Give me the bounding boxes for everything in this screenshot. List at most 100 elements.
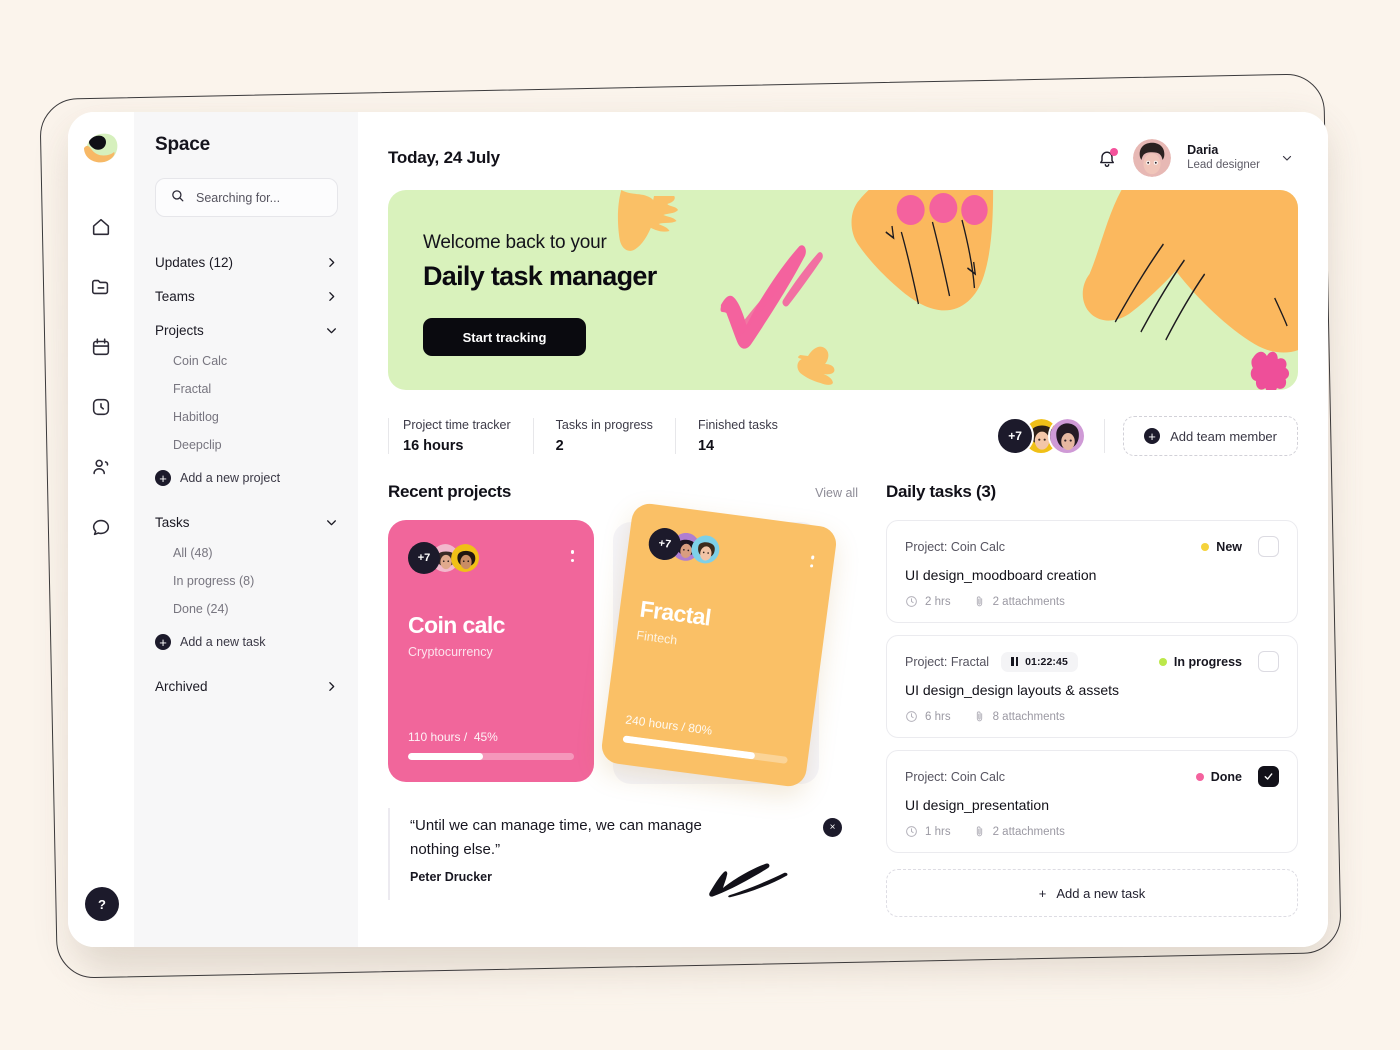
task-title: UI design_design layouts & assets	[905, 682, 1120, 698]
task-project: Project: Coin Calc	[905, 539, 1006, 554]
task-project: Project: Fractal	[905, 654, 990, 669]
project-card-coin-calc[interactable]: +7 Coin calc Cryptocurrency 110 hours / …	[388, 520, 594, 782]
paperclip-icon	[976, 826, 982, 837]
stat-value: 14	[697, 438, 715, 454]
task-title: UI design_moodboard creation	[905, 567, 1097, 583]
add-task-label: Add a new task	[180, 635, 266, 649]
paperclip-icon	[976, 711, 982, 722]
sidebar-project-coin-calc[interactable]: Coin Calc	[173, 347, 338, 375]
status-dot	[1195, 772, 1204, 781]
task-meta: 2 hrs 2 attachments	[905, 595, 1279, 608]
rail-icon-list	[90, 216, 112, 538]
stat-tasks-in-progress: Tasks in progress 2	[532, 418, 675, 454]
stat-label: Project time tracker	[403, 418, 511, 432]
task-header: Project: Fractal 01:22:45 In progress	[905, 651, 1279, 672]
search-placeholder: Searching for...	[196, 190, 281, 205]
task-checkbox[interactable]	[1258, 766, 1279, 787]
add-new-task-label: Add a new task	[1056, 885, 1146, 901]
sidebar-item-tasks[interactable]: Tasks	[155, 505, 338, 539]
paperclip-icon	[976, 596, 982, 607]
team-controls: +7 + Add team member	[996, 416, 1298, 456]
folder-minus-icon[interactable]	[90, 276, 112, 298]
hours-text: 110 hours /	[408, 730, 468, 744]
view-all-link[interactable]: View all	[815, 486, 858, 500]
user-name: Daria	[1187, 142, 1219, 157]
plus-icon: +	[155, 634, 171, 650]
task-attachments: 8 attachments	[973, 710, 1065, 723]
task-hours: 1 hrs	[905, 825, 951, 838]
sidebar-item-archived[interactable]: Archived	[155, 669, 338, 703]
sidebar-item-label: Updates (12)	[155, 254, 234, 270]
avatar[interactable]	[1133, 139, 1172, 177]
home-icon[interactable]	[90, 216, 112, 238]
top-bar: Today, 24 July Daria Lead designer	[388, 136, 1298, 180]
stat-project-time-tracker: Project time tracker 16 hours	[388, 418, 533, 454]
avatar	[450, 543, 480, 573]
team-avatar-stack[interactable]: +7	[996, 417, 1087, 455]
project-list: Coin Calc Fractal Habitlog Deepclip	[155, 347, 338, 459]
card-menu-button[interactable]	[570, 542, 574, 562]
chevron-right-icon	[325, 290, 338, 303]
task-timer[interactable]: 01:22:45	[1001, 651, 1078, 672]
add-project-button[interactable]: + Add a new project	[155, 463, 338, 493]
task-row[interactable]: Project: Coin Calc New UI design_moodboa…	[886, 520, 1298, 623]
add-team-member-button[interactable]: + Add team member	[1123, 416, 1298, 456]
project-card-fractal[interactable]: +7 Fractal Fintech 240 hours / 80%	[599, 501, 839, 789]
task-checkbox[interactable]	[1258, 536, 1279, 557]
close-icon[interactable]: ×	[823, 818, 842, 837]
task-row[interactable]: Project: Fractal 01:22:45 In progress UI…	[886, 635, 1298, 738]
status-badge: In progress	[1173, 654, 1242, 669]
bell-icon[interactable]	[1097, 148, 1119, 168]
card-menu-button[interactable]	[809, 547, 815, 568]
divider	[1104, 419, 1106, 453]
sidebar-tasks-in-progress[interactable]: In progress (8)	[173, 567, 338, 595]
banner-title: Daily task manager	[423, 261, 657, 291]
page-title: Today, 24 July	[388, 148, 500, 167]
section-title: Recent projects	[388, 482, 512, 501]
task-meta: 1 hrs 2 attachments	[905, 825, 1279, 838]
task-title: UI design_presentation	[905, 797, 1049, 813]
top-bar-right: Daria Lead designer	[1097, 139, 1298, 177]
task-filter-list: All (48) In progress (8) Done (24)	[155, 539, 338, 623]
task-hours: 2 hrs	[905, 595, 951, 608]
user-role: Lead designer	[1187, 159, 1260, 172]
hours-text: 6 hrs	[925, 710, 951, 723]
task-list: Project: Coin Calc New UI design_moodboa…	[886, 520, 1298, 853]
start-tracking-button[interactable]: Start tracking	[423, 318, 586, 356]
main-content: Today, 24 July Daria Lead designer Welco…	[358, 112, 1328, 947]
app-window: ? Space Searching for... Updates (12) Te…	[68, 112, 1328, 947]
plus-icon: +	[155, 470, 171, 486]
clock-icon[interactable]	[90, 396, 112, 418]
welcome-banner: Welcome back to your Daily task manager …	[388, 190, 1298, 390]
sidebar-tasks-all[interactable]: All (48)	[173, 539, 338, 567]
hours-text: 2 hrs	[925, 595, 951, 608]
task-row[interactable]: Project: Coin Calc Done UI design_presen…	[886, 750, 1298, 853]
project-card-name: Coin calc	[408, 612, 505, 638]
search-input[interactable]: Searching for...	[155, 178, 338, 217]
calendar-icon[interactable]	[90, 336, 112, 358]
chevron-down-icon[interactable]	[1276, 147, 1298, 169]
sidebar-item-teams[interactable]: Teams	[155, 279, 338, 313]
signature-doodle	[709, 863, 788, 898]
help-button[interactable]: ?	[85, 887, 119, 921]
chat-icon[interactable]	[90, 516, 112, 538]
task-checkbox[interactable]	[1258, 651, 1279, 672]
add-task-sidebar-button[interactable]: + Add a new task	[155, 627, 338, 657]
sidebar-project-deepclip[interactable]: Deepclip	[173, 431, 338, 459]
users-icon[interactable]	[90, 456, 112, 478]
card-footer: 110 hours / 45%	[408, 730, 574, 760]
card-footer: 240 hours / 80%	[622, 712, 790, 764]
sidebar-project-habitlog[interactable]: Habitlog	[173, 403, 338, 431]
status-dot	[1201, 542, 1210, 551]
add-new-task-button[interactable]: + Add a new task	[886, 869, 1298, 917]
sidebar-item-updates[interactable]: Updates (12)	[155, 245, 338, 279]
sidebar-project-fractal[interactable]: Fractal	[173, 375, 338, 403]
quote-text: “Until we can manage time, we can manage…	[410, 817, 702, 858]
task-status: Done	[1195, 766, 1279, 787]
sidebar-item-projects[interactable]: Projects	[155, 313, 338, 347]
sidebar-tasks-done[interactable]: Done (24)	[173, 595, 338, 623]
clock-icon	[906, 826, 917, 837]
sidebar-item-label: Tasks	[155, 514, 190, 530]
team-overflow-count: +7	[996, 417, 1035, 455]
stat-label: Tasks in progress	[555, 418, 653, 432]
